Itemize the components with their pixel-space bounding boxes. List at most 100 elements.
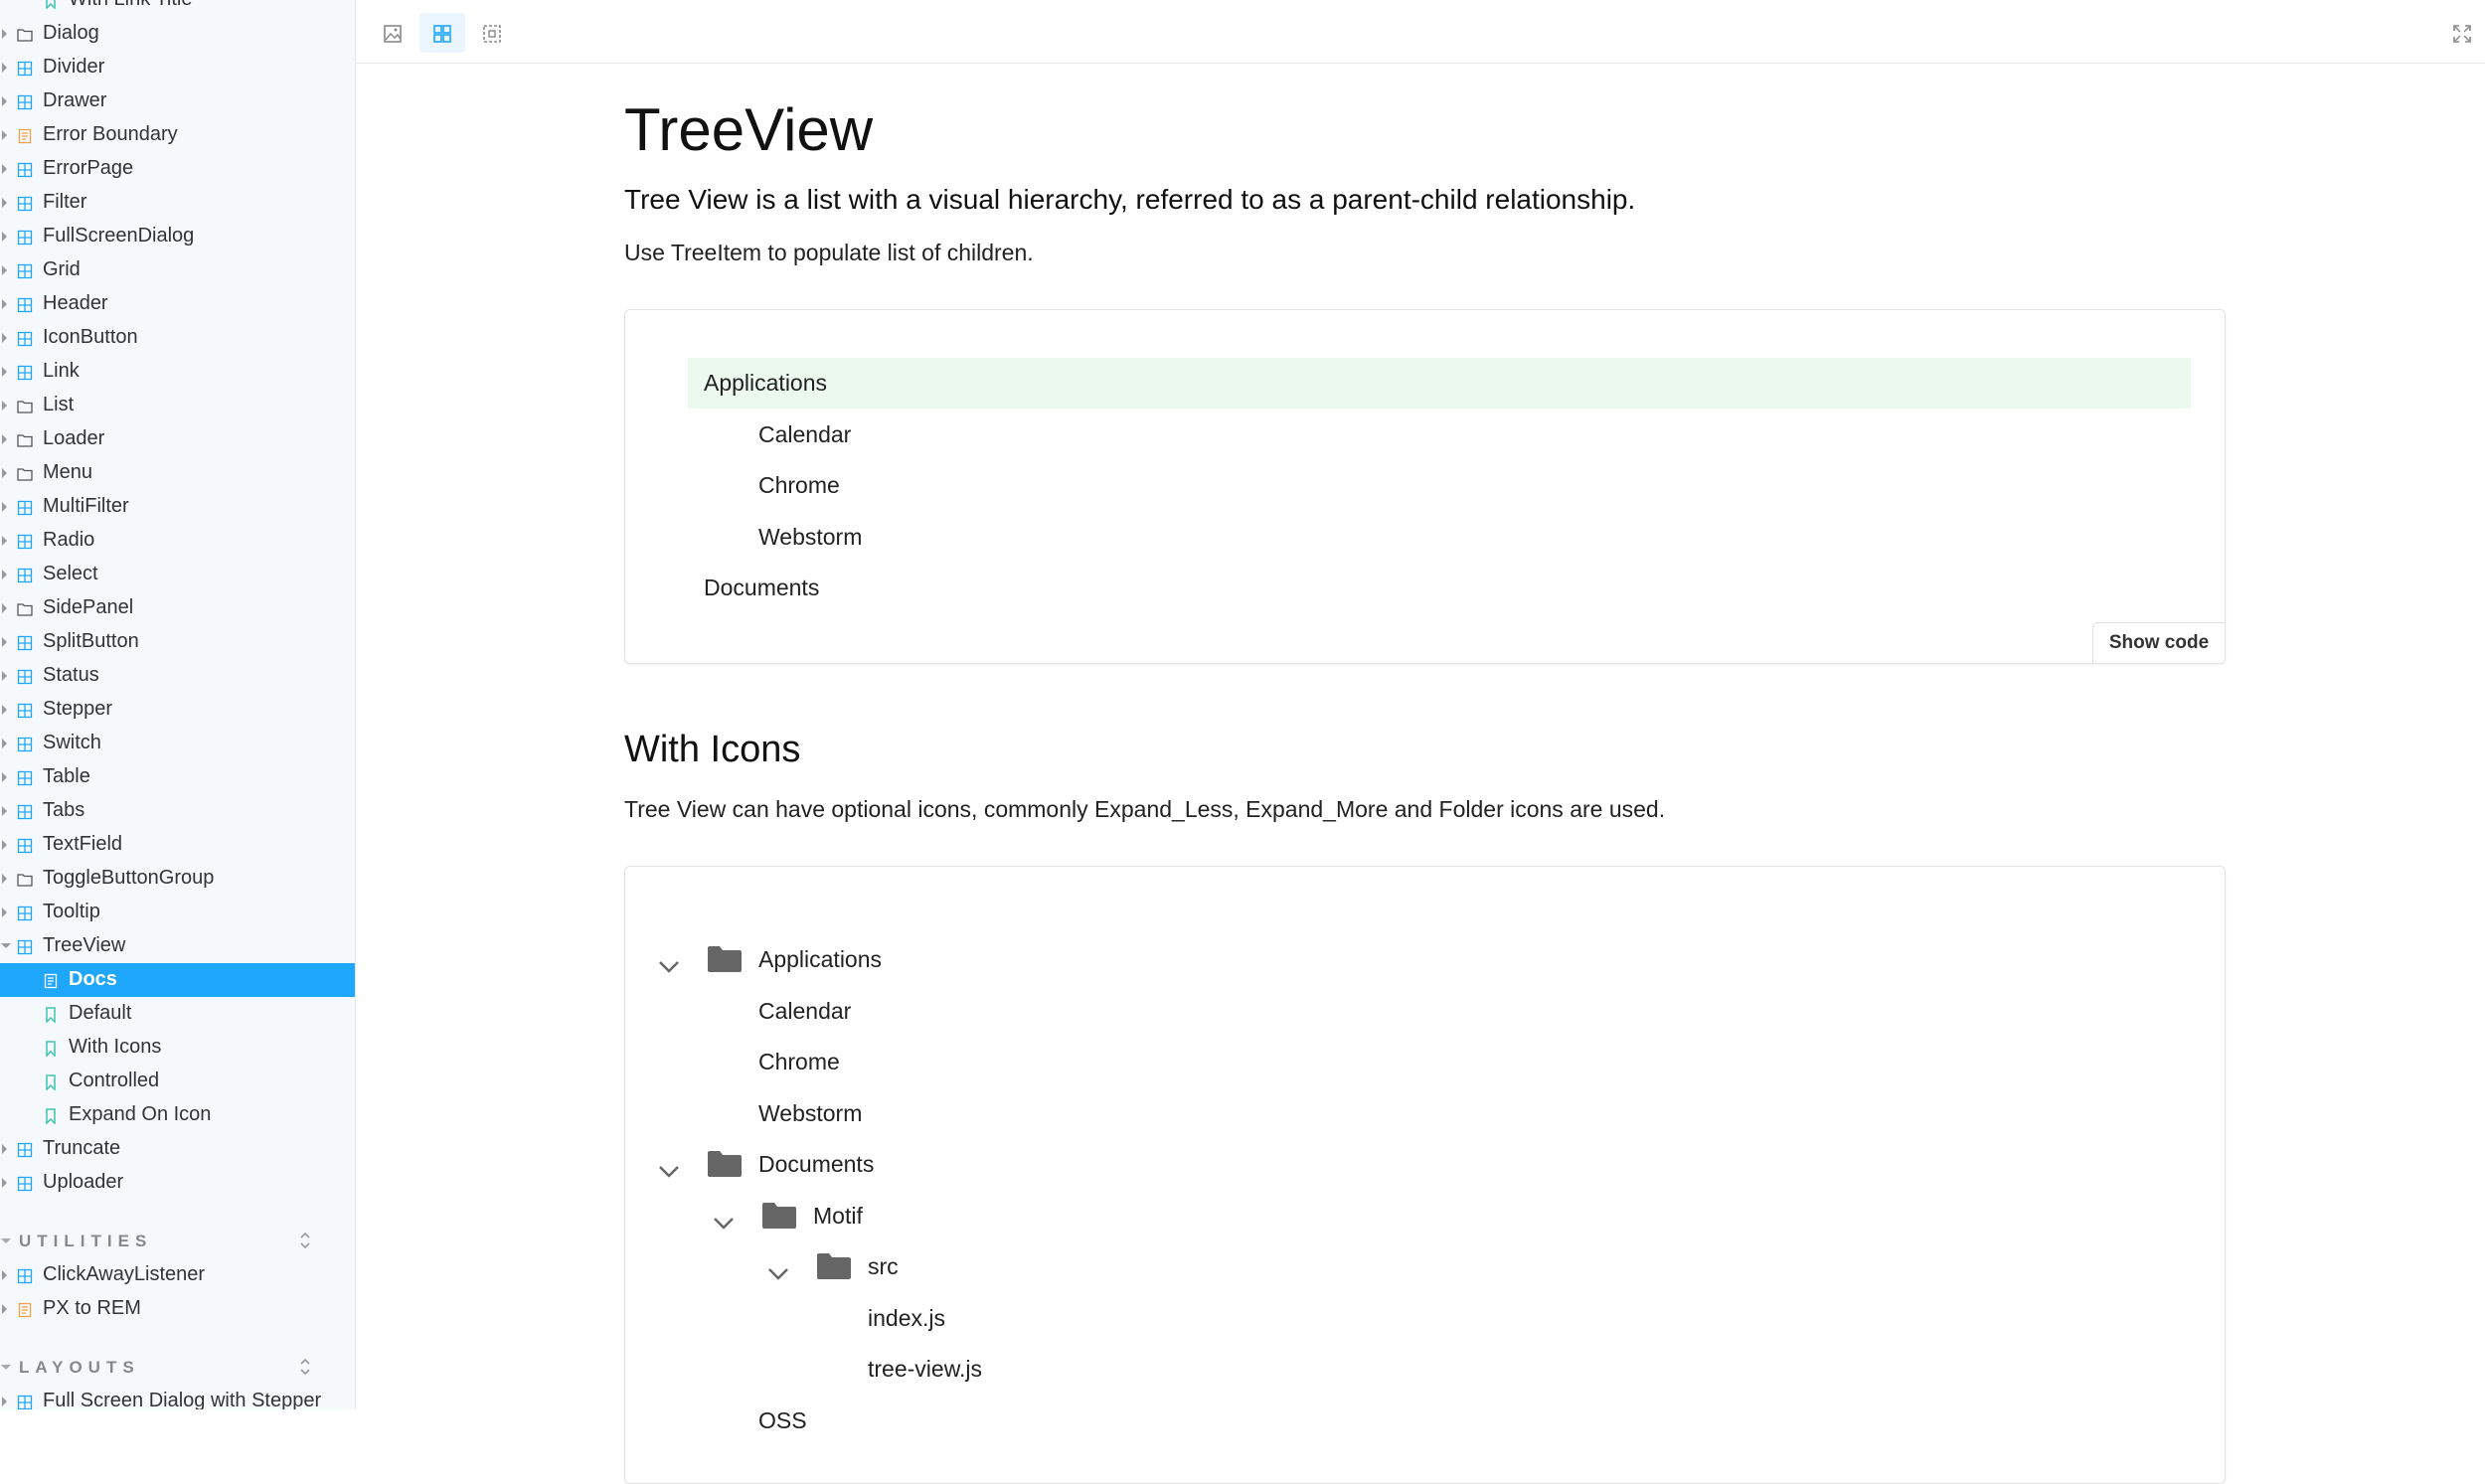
tree-item-applications[interactable]: Applications [625, 934, 2216, 985]
sidebar-item-link[interactable]: Link [0, 355, 355, 389]
sidebar-item-label: TreeView [43, 934, 126, 956]
sidebar-item-error-boundary[interactable]: Error Boundary [0, 118, 355, 152]
sidebar-item-tabs[interactable]: Tabs [0, 794, 355, 828]
sidebar-item-grid[interactable]: Grid [0, 253, 355, 287]
section-header-utilities[interactable]: UTILITIES [0, 1225, 355, 1258]
sidebar-item-menu[interactable]: Menu [0, 456, 355, 490]
sidebar-item-switch[interactable]: Switch [0, 727, 355, 760]
sidebar-item-header[interactable]: Header [0, 287, 355, 321]
sidebar-item-togglebuttongroup[interactable]: ToggleButtonGroup [0, 862, 355, 896]
collapsed-caret-icon [2, 299, 7, 309]
tree-item-documents[interactable]: Documents [625, 1139, 2216, 1190]
image-toggle-button[interactable] [370, 13, 415, 53]
component-icon [17, 769, 33, 786]
tree-item-label: Calendar [758, 420, 852, 447]
component-icon [17, 837, 33, 854]
sidebar-item-textfield[interactable]: TextField [0, 828, 355, 862]
sidebar-item-iconbutton[interactable]: IconButton [0, 321, 355, 355]
sidebar-item-uploader[interactable]: Uploader [0, 1166, 355, 1200]
tree-item-index-js[interactable]: index.js [625, 1293, 2216, 1344]
tree-item-calendar[interactable]: Calendar [758, 410, 851, 460]
collapsed-caret-icon [2, 806, 7, 816]
expand-collapse-icon[interactable] [298, 1357, 312, 1382]
section-header-layouts[interactable]: LAYOUTS [0, 1351, 355, 1385]
sidebar-item-px-to-rem[interactable]: PX to REM [0, 1292, 355, 1326]
expand-more-icon[interactable] [767, 1260, 789, 1287]
grid-toggle-button[interactable] [419, 13, 465, 53]
collapsed-caret-icon [2, 1304, 7, 1314]
expand-more-icon[interactable] [713, 1210, 735, 1237]
sidebar-item-truncate[interactable]: Truncate [0, 1132, 355, 1166]
collapsed-caret-icon [2, 637, 7, 647]
tree-item-chrome[interactable]: Chrome [758, 460, 840, 511]
sidebar-item-sidepanel[interactable]: SidePanel [0, 591, 355, 625]
sidebar-item-stepper[interactable]: Stepper [0, 693, 355, 727]
sidebar-item-table[interactable]: Table [0, 760, 355, 794]
tree-item-calendar[interactable]: Calendar [625, 986, 2216, 1037]
sidebar-item-with-icons[interactable]: With Icons [0, 1031, 355, 1065]
tree-item-label: tree-view.js [868, 1356, 983, 1382]
sidebar-item-divider[interactable]: Divider [0, 51, 355, 84]
tree-item-webstorm[interactable]: Webstorm [625, 1088, 2216, 1139]
sidebar-item-radio[interactable]: Radio [0, 524, 355, 558]
sidebar-item-label: Switch [43, 732, 101, 753]
sidebar-item-filter[interactable]: Filter [0, 186, 355, 220]
sidebar-item-multifilter[interactable]: MultiFilter [0, 490, 355, 524]
sidebar-item-label: Divider [43, 56, 105, 78]
tree-item-label: Applications [704, 370, 828, 396]
sidebar-item-status[interactable]: Status [0, 659, 355, 693]
sidebar-item-drawer[interactable]: Drawer [0, 84, 355, 118]
sidebar-item-tooltip[interactable]: Tooltip [0, 896, 355, 929]
sidebar-item-default[interactable]: Default [0, 997, 355, 1031]
tree-item-webstorm[interactable]: Webstorm [758, 512, 862, 563]
component-icon [17, 702, 33, 719]
component-icon [17, 229, 33, 246]
sidebar-item-with-link-title[interactable]: With Link Title [0, 0, 355, 17]
collapsed-caret-icon [2, 502, 7, 512]
tree-item-label: Webstorm [758, 523, 863, 550]
sidebar-item-expand-on-icon[interactable]: Expand On Icon [0, 1098, 355, 1132]
sidebar-item-controlled[interactable]: Controlled [0, 1065, 355, 1098]
sidebar-item-label: ToggleButtonGroup [43, 867, 215, 889]
expand-more-icon[interactable] [658, 1158, 680, 1185]
tree-item-label: Applications [758, 946, 883, 972]
fullscreen-button[interactable] [2439, 13, 2485, 53]
sidebar-item-label: Header [43, 292, 108, 314]
sidebar-item-dialog[interactable]: Dialog [0, 17, 355, 51]
tree-item-tree-view-js[interactable]: tree-view.js [625, 1344, 2216, 1395]
sidebar-item-errorpage[interactable]: ErrorPage [0, 152, 355, 186]
collapsed-caret-icon [2, 29, 7, 39]
sidebar-item-label: Docs [69, 968, 117, 990]
sidebar-item-fullscreendialog[interactable]: FullScreenDialog [0, 220, 355, 253]
intro-text: Use TreeItem to populate list of childre… [624, 240, 1034, 265]
outline-toggle-button[interactable] [469, 13, 515, 53]
expand-collapse-icon[interactable] [298, 1231, 312, 1255]
folder-icon [761, 1202, 797, 1236]
tree-item-applications[interactable]: Applications [688, 358, 2191, 409]
expand-more-icon[interactable] [658, 953, 680, 980]
sidebar-item-label: Error Boundary [43, 123, 178, 145]
sidebar-item-list[interactable]: List [0, 389, 355, 422]
section-caret-icon [1, 1238, 11, 1243]
tree-item-chrome[interactable]: Chrome [625, 1037, 2216, 1087]
tree-item-label: Chrome [758, 472, 840, 498]
sidebar-item-docs[interactable]: Docs [0, 963, 355, 997]
sidebar-item-label: Drawer [43, 89, 107, 111]
sidebar-item-full-screen-dialog-with-stepper[interactable]: Full Screen Dialog with Stepper [0, 1385, 355, 1409]
collapsed-caret-icon [2, 1397, 7, 1406]
sidebar-item-label: ClickAwayListener [43, 1263, 206, 1285]
sidebar-item-loader[interactable]: Loader [0, 422, 355, 456]
sidebar-item-clickawaylistener[interactable]: ClickAwayListener [0, 1258, 355, 1292]
collapsed-caret-icon [2, 434, 7, 444]
tree-item-documents[interactable]: Documents [704, 563, 819, 613]
sidebar-item-select[interactable]: Select [0, 558, 355, 591]
sidebar-item-splitbutton[interactable]: SplitButton [0, 625, 355, 659]
section-header-label: LAYOUTS [19, 1358, 140, 1377]
collapsed-caret-icon [2, 1270, 7, 1280]
tree-item-oss[interactable]: OSS [625, 1396, 2216, 1446]
sidebar-item-label: Table [43, 765, 90, 787]
tree-item-src[interactable]: src [625, 1241, 2216, 1292]
sidebar-item-treeview[interactable]: TreeView [0, 929, 355, 963]
show-code-button[interactable]: Show code [2092, 622, 2225, 663]
tree-item-motif[interactable]: Motif [625, 1191, 2216, 1241]
